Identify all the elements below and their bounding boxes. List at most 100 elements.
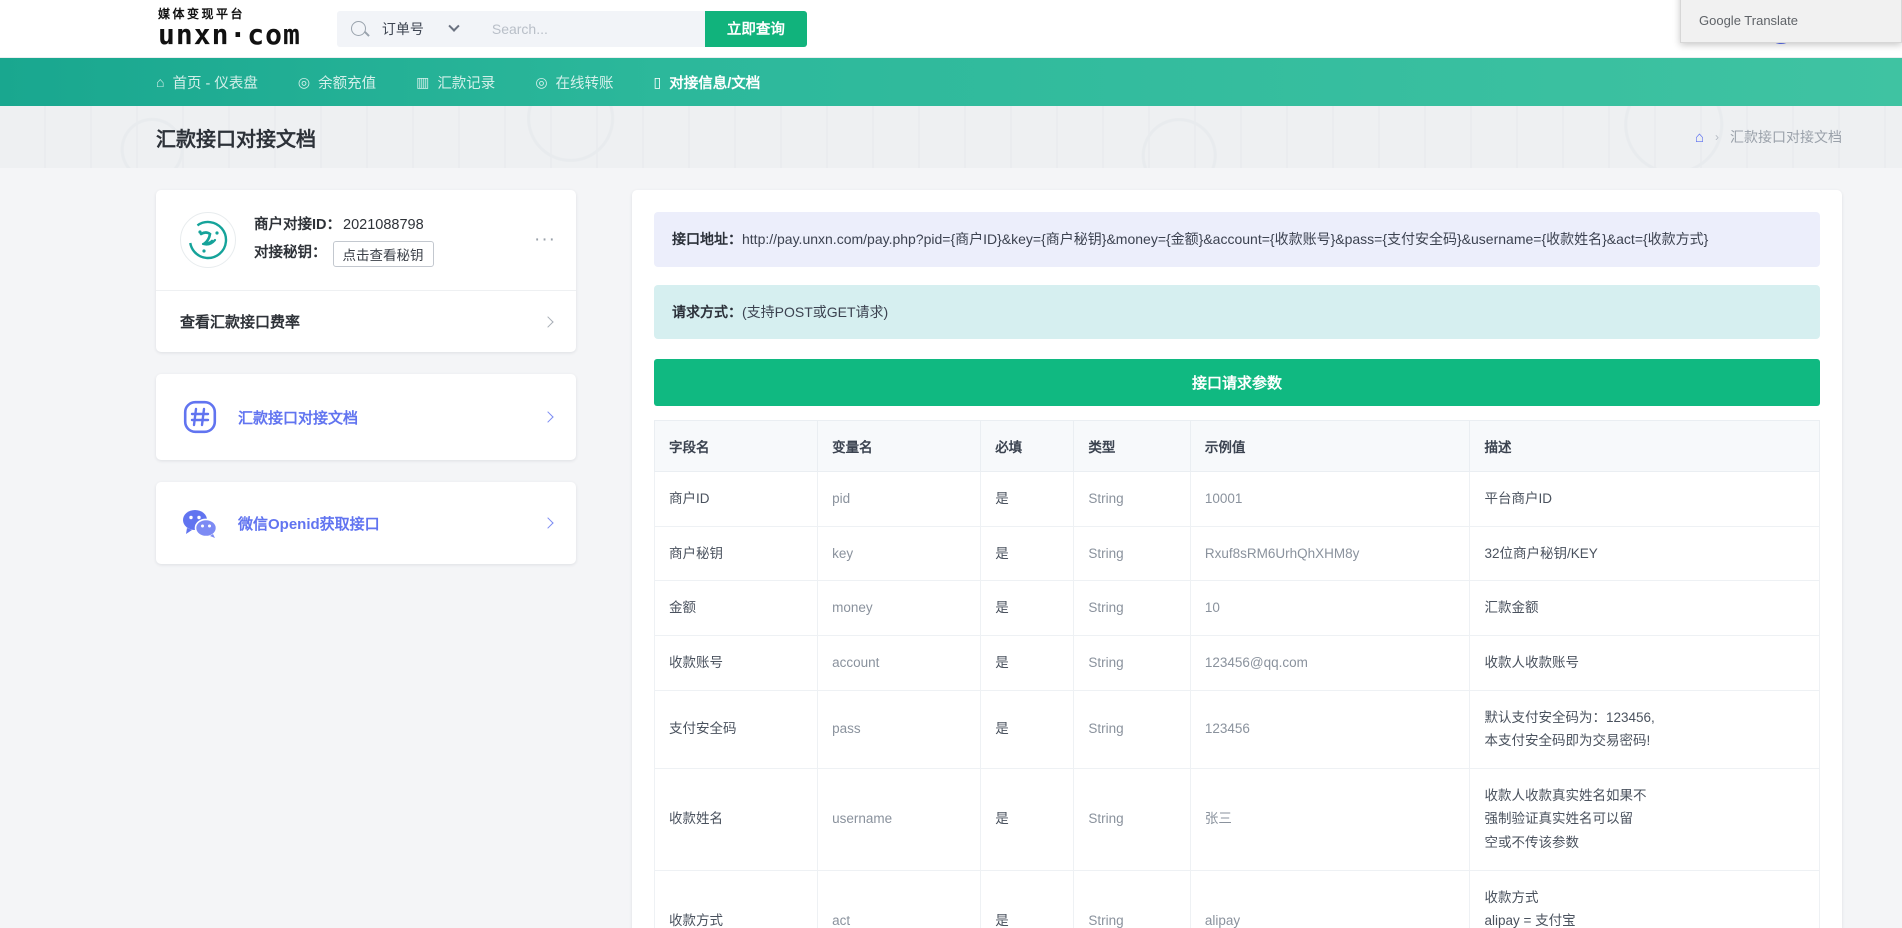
merchant-id-label: 商户对接ID：: [254, 212, 341, 240]
td-variable: pid: [818, 472, 981, 527]
chevron-right-icon: [542, 411, 553, 422]
nav-item-transfer[interactable]: ◎ 在线转账: [535, 72, 613, 93]
sidebar-label-remittance-docs: 汇款接口对接文档: [238, 407, 358, 428]
nav-item-recharge[interactable]: ◎ 余额充值: [298, 72, 376, 93]
td-example: 10: [1190, 581, 1470, 636]
td-type: String: [1074, 635, 1191, 690]
td-variable: money: [818, 581, 981, 636]
td-example: alipay: [1190, 870, 1470, 928]
td-example: Rxuf8sRM6UrhQhXHM8y: [1190, 526, 1470, 581]
wechat-icon: [180, 508, 220, 538]
td-variable: act: [818, 870, 981, 928]
wallet-icon: ◎: [298, 75, 310, 89]
th-example: 示例值: [1190, 421, 1470, 472]
home-icon: ⌂: [156, 75, 164, 89]
method-label: 请求方式：: [672, 304, 742, 320]
nav-label-transfer: 在线转账: [556, 72, 614, 93]
view-rates-row[interactable]: 查看汇款接口费率: [156, 291, 576, 352]
ellipsis-icon[interactable]: ···: [534, 229, 556, 251]
home-icon[interactable]: ⌂: [1695, 129, 1704, 146]
google-translate-popup[interactable]: Google Translate: [1680, 0, 1902, 43]
td-variable: pass: [818, 690, 981, 768]
endpoint-url: http://pay.unxn.com/pay.php?pid={商户ID}&k…: [742, 231, 1708, 247]
nav-label-recharge: 余额充值: [318, 72, 376, 93]
page-header-strip: 汇款接口对接文档 ⌂ › 汇款接口对接文档: [0, 106, 1902, 168]
search-input[interactable]: [492, 21, 642, 37]
td-variable: key: [818, 526, 981, 581]
endpoint-banner: 接口地址：http://pay.unxn.com/pay.php?pid={商户…: [654, 212, 1820, 267]
td-description: 收款方式alipay = 支付宝qqpay = QQ钱包: [1470, 870, 1820, 928]
td-field: 商户秘钥: [655, 526, 818, 581]
nav-label-dashboard: 首页 - 仪表盘: [172, 72, 257, 93]
td-required: 是: [981, 526, 1074, 581]
td-type: String: [1074, 768, 1191, 870]
chevron-down-icon[interactable]: [448, 20, 459, 31]
th-required: 必填: [981, 421, 1074, 472]
td-required: 是: [981, 870, 1074, 928]
sidebar-label-wechat-openid: 微信Openid获取接口: [238, 513, 380, 534]
merchant-key-row: 对接秘钥： 点击查看秘钥: [254, 240, 434, 268]
sidebar-item-wechat-openid[interactable]: 微信Openid获取接口: [156, 482, 576, 564]
th-type: 类型: [1074, 421, 1191, 472]
th-variable: 变量名: [818, 421, 981, 472]
td-type: String: [1074, 690, 1191, 768]
nav-label-docs: 对接信息/文档: [669, 72, 760, 93]
query-button[interactable]: 立即查询: [705, 11, 807, 47]
td-description: 汇款金额: [1470, 581, 1820, 636]
table-row: 金额money是String10汇款金额: [655, 581, 1820, 636]
td-field: 收款姓名: [655, 768, 818, 870]
merchant-id-row: 商户对接ID： 2021088798: [254, 212, 434, 240]
td-type: String: [1074, 472, 1191, 527]
nav-item-records[interactable]: ▥ 汇款记录: [416, 72, 495, 93]
td-field: 收款方式: [655, 870, 818, 928]
merchant-key-label: 对接秘钥：: [254, 240, 327, 268]
table-row: 支付安全码pass是String123456默认支付安全码为：123456,本支…: [655, 690, 1820, 768]
table-row: 收款姓名username是String张三收款人收款真实姓名如果不强制验证真实姓…: [655, 768, 1820, 870]
chart-bar-icon: ▥: [416, 75, 429, 89]
breadcrumb: ⌂ › 汇款接口对接文档: [1695, 127, 1842, 147]
merchant-profile: 商户对接ID： 2021088798 对接秘钥： 点击查看秘钥 ···: [156, 190, 576, 291]
method-banner: 请求方式：(支持POST或GET请求): [654, 285, 1820, 340]
view-key-button[interactable]: 点击查看秘钥: [333, 241, 434, 267]
search-icon: [351, 21, 366, 36]
td-required: 是: [981, 635, 1074, 690]
method-value: (支持POST或GET请求): [742, 304, 888, 320]
table-row: 商户秘钥key是StringRxuf8sRM6UrhQhXHM8y32位商户秘钥…: [655, 526, 1820, 581]
td-field: 金额: [655, 581, 818, 636]
main-column: 接口地址：http://pay.unxn.com/pay.php?pid={商户…: [632, 190, 1842, 928]
sidebar-column: 商户对接ID： 2021088798 对接秘钥： 点击查看秘钥 ··· 查看汇款…: [156, 190, 576, 564]
td-type: String: [1074, 526, 1191, 581]
hash-badge-icon: [180, 400, 220, 434]
nav-label-records: 汇款记录: [437, 72, 495, 93]
td-required: 是: [981, 472, 1074, 527]
th-field: 字段名: [655, 421, 818, 472]
merchant-logo-icon: [180, 212, 236, 268]
merchant-id-value: 2021088798: [343, 212, 424, 240]
chevron-right-icon: [542, 316, 553, 327]
transfer-icon: ◎: [535, 75, 547, 89]
search-box: 订单号: [337, 11, 705, 47]
td-description: 平台商户ID: [1470, 472, 1820, 527]
sidebar-item-remittance-docs[interactable]: 汇款接口对接文档: [156, 374, 576, 460]
breadcrumb-separator: ›: [1715, 130, 1719, 144]
nav-item-dashboard[interactable]: ⌂ 首页 - 仪表盘: [156, 72, 258, 93]
td-field: 商户ID: [655, 472, 818, 527]
merchant-info: 商户对接ID： 2021088798 对接秘钥： 点击查看秘钥: [254, 212, 434, 267]
th-description: 描述: [1470, 421, 1820, 472]
page-title: 汇款接口对接文档: [156, 123, 316, 152]
table-row: 收款账号account是String123456@qq.com收款人收款账号: [655, 635, 1820, 690]
td-required: 是: [981, 690, 1074, 768]
td-example: 10001: [1190, 472, 1470, 527]
breadcrumb-current: 汇款接口对接文档: [1730, 127, 1842, 147]
td-description: 默认支付安全码为：123456,本支付安全码即为交易密码!: [1470, 690, 1820, 768]
search-category-select[interactable]: 订单号: [382, 19, 424, 39]
td-field: 支付安全码: [655, 690, 818, 768]
table-row: 收款方式act是Stringalipay收款方式alipay = 支付宝qqpa…: [655, 870, 1820, 928]
top-bar: 媒体变现平台 unxn·com 订单号 立即查询 ¥ 账户余额 Google T…: [0, 0, 1902, 58]
nav-item-docs[interactable]: ▯ 对接信息/文档: [654, 72, 761, 93]
chevron-right-icon: [542, 517, 553, 528]
td-example: 张三: [1190, 768, 1470, 870]
brand-logo[interactable]: 媒体变现平台 unxn·com: [158, 8, 301, 49]
td-type: String: [1074, 581, 1191, 636]
search-bar: 订单号 立即查询: [337, 11, 807, 47]
